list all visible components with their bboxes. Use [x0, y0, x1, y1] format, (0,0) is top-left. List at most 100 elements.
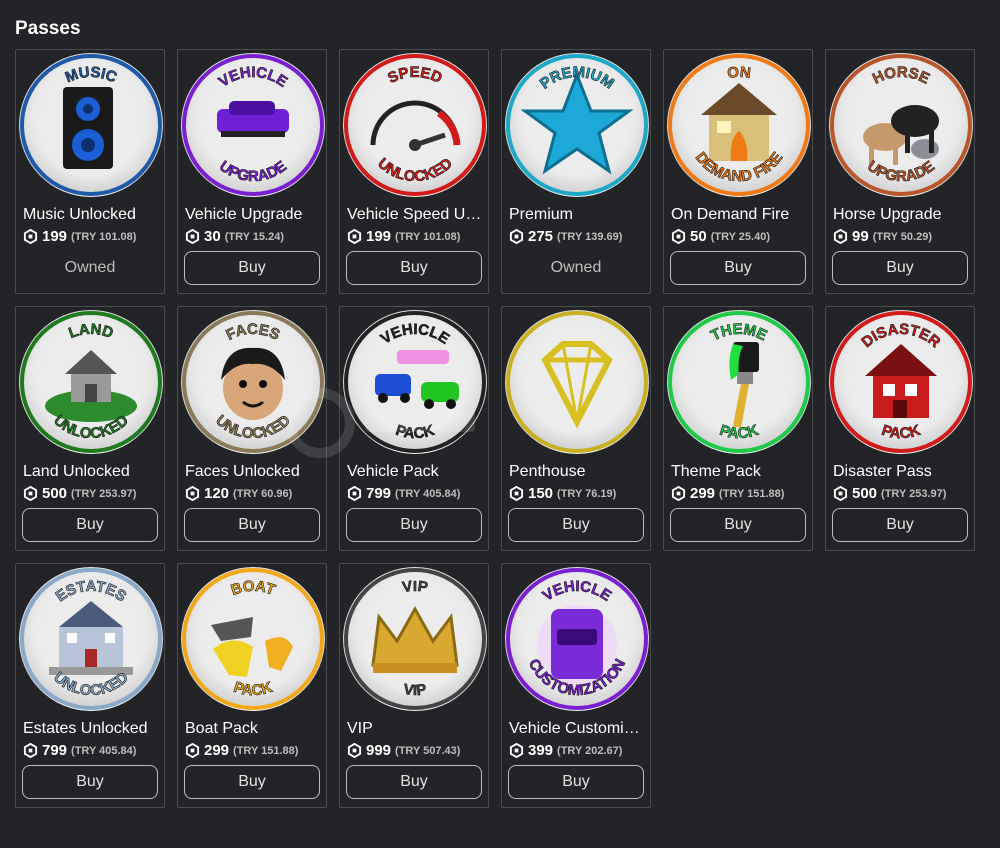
buy-button[interactable]: Buy: [184, 508, 320, 542]
pass-name[interactable]: Horse Upgrade: [833, 206, 971, 224]
buy-button[interactable]: Buy: [22, 765, 158, 799]
pass-price: 299 (TRY 151.88): [671, 485, 784, 502]
buy-button[interactable]: Buy: [508, 508, 644, 542]
try-price: (TRY 405.84): [71, 744, 137, 757]
pass-card[interactable]: BOAT PACK Boat Pack 299 (TRY 151.88) Buy: [177, 563, 327, 808]
pass-card[interactable]: VEHICLE UPGRADE Vehicle Upgrade 30 (TRY 15.2…: [177, 49, 327, 294]
buy-button[interactable]: Buy: [832, 251, 968, 285]
pass-thumbnail[interactable]: HORSE UPGRADE: [829, 53, 973, 197]
try-price: (TRY 15.24): [224, 230, 284, 243]
pass-price: 500 (TRY 253.97): [833, 485, 946, 502]
pass-name[interactable]: Estates Unlocked: [23, 720, 161, 738]
pass-price: 50 (TRY 25.40): [671, 228, 770, 245]
pass-thumbnail[interactable]: PREMIUM: [505, 53, 649, 197]
buy-button[interactable]: Buy: [508, 765, 644, 799]
pass-thumbnail[interactable]: THEME PACK: [667, 310, 811, 454]
buy-button[interactable]: Buy: [184, 251, 320, 285]
robux-icon: [23, 743, 38, 758]
pass-price: 30 (TRY 15.24): [185, 228, 284, 245]
robux-icon: [509, 229, 524, 244]
buy-button[interactable]: Buy: [670, 251, 806, 285]
pass-name[interactable]: Vehicle Pack: [347, 463, 485, 481]
try-price: (TRY 253.97): [71, 487, 137, 500]
pass-price: 275 (TRY 139.69): [509, 228, 622, 245]
pass-card[interactable]: HORSE UPGRADE Horse Upgrade 99 (TRY 50.29) Bu…: [825, 49, 975, 294]
svg-text:ON: ON: [726, 64, 751, 82]
pass-thumbnail[interactable]: VEHICLE PACK: [343, 310, 487, 454]
pass-thumbnail[interactable]: DISASTER PACK: [829, 310, 973, 454]
robux-amount: 299: [690, 485, 716, 502]
pass-thumbnail[interactable]: ESTATES UNLOCKED: [19, 567, 163, 711]
pass-thumbnail[interactable]: MUSIC: [19, 53, 163, 197]
pass-card[interactable]: DISASTER PACK Disaster Pass 500 (TRY 253.97)…: [825, 306, 975, 551]
pass-thumbnail[interactable]: VIP VIP: [343, 567, 487, 711]
robux-amount: 120: [204, 485, 230, 502]
buy-button[interactable]: Buy: [346, 251, 482, 285]
pass-thumbnail[interactable]: FACES UNLOCKED: [181, 310, 325, 454]
pass-name[interactable]: Land Unlocked: [23, 463, 161, 481]
pass-name[interactable]: Boat Pack: [185, 720, 323, 738]
pass-thumbnail-art: THEMEPACK: [668, 311, 810, 453]
try-price: (TRY 101.08): [395, 230, 461, 243]
pass-card[interactable]: Penthouse 150 (TRY 76.19) Buy: [501, 306, 651, 551]
buy-button[interactable]: Buy: [184, 765, 320, 799]
robux-icon: [185, 229, 200, 244]
pass-card[interactable]: THEME PACK Theme Pack 299 (TRY 151.88) Buy: [663, 306, 813, 551]
pass-card[interactable]: VEHICLECUSTOMIZATION Vehicle Customizatio…: [501, 563, 651, 808]
passes-grid: MUSIC Music Unlocked 199 (TRY 101.08) Owned V…: [15, 49, 975, 808]
robux-amount: 799: [366, 485, 392, 502]
pass-name[interactable]: Theme Pack: [671, 463, 809, 481]
pass-name[interactable]: Disaster Pass: [833, 463, 971, 481]
pass-thumbnail[interactable]: SPEED UNLOCKED: [343, 53, 487, 197]
pass-thumbnail[interactable]: ON DEMAND FIRE: [667, 53, 811, 197]
buy-button[interactable]: Buy: [22, 508, 158, 542]
pass-thumbnail-art: DISASTERPACK: [830, 311, 972, 453]
pass-name[interactable]: Faces Unlocked: [185, 463, 323, 481]
pass-thumbnail[interactable]: BOAT PACK: [181, 567, 325, 711]
pass-name[interactable]: On Demand Fire: [671, 206, 809, 224]
robux-icon: [185, 743, 200, 758]
pass-price: 999 (TRY 507.43): [347, 742, 460, 759]
pass-name[interactable]: Vehicle Speed Unlocked: [347, 206, 485, 224]
pass-card[interactable]: VEHICLE PACK Vehicle Pack 799 (TRY 405.84) Bu…: [339, 306, 489, 551]
pass-card[interactable]: LAND UNLOCKED Land Unlocked 500 (TRY 253.97)…: [15, 306, 165, 551]
pass-card[interactable]: ON DEMAND FIRE On Demand Fire 50 (TRY 25.40)…: [663, 49, 813, 294]
robux-icon: [509, 743, 524, 758]
pass-price: 120 (TRY 60.96): [185, 485, 292, 502]
pass-thumbnail[interactable]: [505, 310, 649, 454]
pass-thumbnail-art: FACESUNLOCKED: [182, 311, 324, 453]
robux-amount: 500: [42, 485, 68, 502]
pass-thumbnail[interactable]: VEHICLE UPGRADE: [181, 53, 325, 197]
pass-thumbnail-art: VEHICLEUPGRADE: [182, 54, 324, 196]
robux-icon: [509, 486, 524, 501]
pass-thumbnail[interactable]: VEHICLE CUSTOMIZATION: [505, 567, 649, 711]
pass-thumbnail-art: ONDEMAND FIRE: [668, 54, 810, 196]
pass-card[interactable]: VIP VIP VIP 999 (TRY 507.43) Buy: [339, 563, 489, 808]
svg-text:VIP: VIP: [401, 578, 429, 596]
pass-card[interactable]: SPEEDUNLOCKED Vehicle Speed Unlocked 199(T…: [339, 49, 489, 294]
pass-card[interactable]: ESTATES UNLOCKED Estates Unlocked 799 (TRY 4…: [15, 563, 165, 808]
pass-name[interactable]: VIP: [347, 720, 485, 738]
pass-price: 399 (TRY 202.67): [509, 742, 622, 759]
pass-name[interactable]: Vehicle Customization: [509, 720, 647, 738]
robux-amount: 999: [366, 742, 392, 759]
pass-name[interactable]: Penthouse: [509, 463, 647, 481]
pass-name[interactable]: Premium: [509, 206, 647, 224]
pass-thumbnail-art: MUSIC: [20, 54, 162, 196]
buy-button[interactable]: Buy: [832, 508, 968, 542]
buy-button[interactable]: Buy: [670, 508, 806, 542]
pass-card[interactable]: FACES UNLOCKED Faces Unlocked 120 (TRY 60.96…: [177, 306, 327, 551]
buy-button[interactable]: Buy: [346, 508, 482, 542]
buy-button[interactable]: Buy: [346, 765, 482, 799]
robux-icon: [833, 229, 848, 244]
robux-amount: 99: [852, 228, 869, 245]
pass-card[interactable]: PREMIUM Premium 275 (TRY 139.69) Owned: [501, 49, 651, 294]
pass-card[interactable]: MUSIC Music Unlocked 199 (TRY 101.08) Owned: [15, 49, 165, 294]
pass-price: 199 (TRY 101.08): [347, 228, 460, 245]
try-price: (TRY 151.88): [719, 487, 785, 500]
pass-thumbnail[interactable]: LAND UNLOCKED: [19, 310, 163, 454]
pass-name[interactable]: Music Unlocked: [23, 206, 161, 224]
pass-name[interactable]: Vehicle Upgrade: [185, 206, 323, 224]
pass-thumbnail-art: [506, 311, 648, 453]
robux-amount: 399: [528, 742, 554, 759]
